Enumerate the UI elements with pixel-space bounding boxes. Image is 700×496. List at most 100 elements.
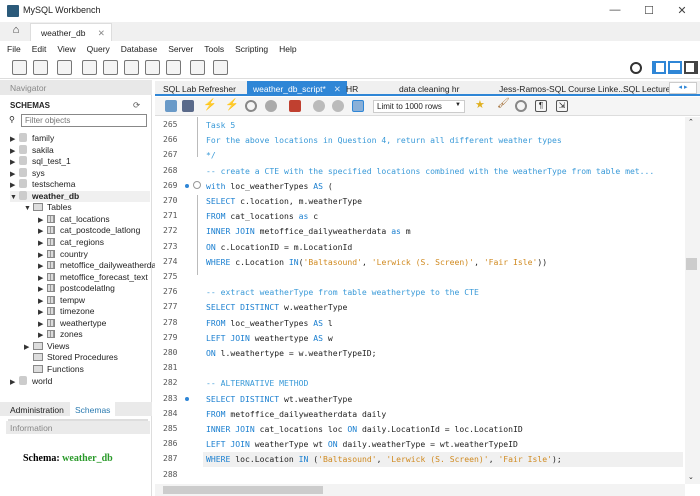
- code-line[interactable]: LEFT JOIN weathertype AS w: [206, 333, 333, 343]
- table-item[interactable]: ▶postcodelatlng: [38, 283, 115, 294]
- table-item[interactable]: ▶tempw: [38, 295, 85, 306]
- scroll-down-icon[interactable]: ⌄: [688, 473, 694, 481]
- expand-arrow-icon[interactable]: ▶: [10, 146, 19, 157]
- sql-editor[interactable]: 265Task 5266For the above locations in Q…: [155, 117, 685, 484]
- autocommit-icon[interactable]: [352, 100, 364, 112]
- create-schema-icon[interactable]: [82, 60, 97, 75]
- beautify-icon[interactable]: 🖌: [497, 98, 509, 110]
- stop-on-error-icon[interactable]: [289, 100, 301, 112]
- editor-tab[interactable]: SQL Lecture: [617, 81, 676, 95]
- expand-arrow-icon[interactable]: ▶: [10, 377, 19, 388]
- table-item[interactable]: ▶cat_locations: [38, 214, 110, 225]
- code-line[interactable]: -- create a CTE with the specified locat…: [206, 166, 654, 176]
- tab-administration[interactable]: Administration: [10, 405, 64, 415]
- functions-folder[interactable]: Functions: [24, 364, 84, 375]
- fold-toggle-icon[interactable]: [193, 181, 201, 189]
- procedures-folder[interactable]: Stored Procedures: [24, 352, 118, 363]
- code-line[interactable]: INNER JOIN cat_locations loc ON daily.Lo…: [206, 424, 523, 434]
- code-line[interactable]: INNER JOIN metoffice_dailyweatherdata as…: [206, 226, 411, 236]
- execute-icon[interactable]: ⚡: [203, 98, 215, 110]
- expand-arrow-icon[interactable]: ▶: [10, 134, 19, 145]
- code-line[interactable]: Task 5: [206, 120, 235, 130]
- code-line[interactable]: SELECT c.location, m.weatherType: [206, 196, 362, 206]
- commit-icon[interactable]: [313, 100, 325, 112]
- create-function-icon[interactable]: [166, 60, 181, 75]
- save-icon[interactable]: [182, 100, 194, 112]
- refresh-icon[interactable]: ⟳: [133, 100, 140, 111]
- schema-item[interactable]: ▶sql_test_1: [10, 156, 71, 167]
- minimize-button[interactable]: —: [605, 4, 625, 16]
- open-file-icon[interactable]: [165, 100, 177, 112]
- create-view-icon[interactable]: [124, 60, 139, 75]
- expand-arrow-icon[interactable]: ▶: [38, 238, 47, 249]
- expand-arrow-icon[interactable]: ▶: [10, 180, 19, 191]
- tables-folder[interactable]: ▼Tables: [24, 202, 72, 213]
- find-icon[interactable]: [515, 100, 527, 112]
- add-snippet-icon[interactable]: ★: [475, 98, 487, 110]
- close-button[interactable]: ✕: [672, 4, 692, 17]
- home-icon[interactable]: ⌂: [4, 24, 28, 40]
- schema-item[interactable]: ▶sakila: [10, 145, 54, 156]
- code-line[interactable]: FROM metoffice_dailyweatherdata daily: [206, 409, 386, 419]
- editor-tab[interactable]: weather_db_script*✕: [247, 81, 347, 95]
- code-line[interactable]: WHERE loc.Location IN ('Baltasound', 'Le…: [206, 454, 562, 464]
- explain-icon[interactable]: [245, 100, 257, 112]
- editor-tab[interactable]: data cleaning hr: [393, 81, 466, 95]
- expand-arrow-icon[interactable]: ▶: [38, 284, 47, 295]
- search-table-data-icon[interactable]: [190, 60, 205, 75]
- stop-icon[interactable]: [265, 100, 277, 112]
- code-line[interactable]: SELECT DISTINCT w.weatherType: [206, 302, 347, 312]
- expand-arrow-icon[interactable]: ▶: [10, 157, 19, 168]
- create-procedure-icon[interactable]: [145, 60, 160, 75]
- reconnect-icon[interactable]: [213, 60, 228, 75]
- maximize-button[interactable]: ☐: [639, 4, 659, 17]
- table-item[interactable]: ▶timezone: [38, 306, 95, 317]
- expand-arrow-icon[interactable]: ▶: [24, 342, 33, 353]
- code-line[interactable]: WHERE c.Location IN('Baltasound', 'Lerwi…: [206, 257, 547, 267]
- code-line[interactable]: ON l.weathertype = w.weatherTypeID;: [206, 348, 377, 358]
- filter-objects-input[interactable]: [21, 114, 147, 127]
- table-item[interactable]: ▶cat_regions: [38, 237, 104, 248]
- editor-tab[interactable]: SQL Lab Refresher: [157, 81, 242, 95]
- schema-item[interactable]: ▶testschema: [10, 179, 75, 190]
- word-wrap-icon[interactable]: ⇲: [556, 100, 568, 112]
- menu-server[interactable]: Server: [168, 41, 193, 56]
- expand-arrow-icon[interactable]: ▼: [10, 192, 19, 203]
- table-item[interactable]: ▶metoffice_forecast_text: [38, 272, 148, 283]
- editor-tab[interactable]: HR: [340, 81, 364, 95]
- menu-file[interactable]: File: [7, 41, 21, 56]
- expand-arrow-icon[interactable]: ▶: [38, 226, 47, 237]
- menu-tools[interactable]: Tools: [204, 41, 224, 56]
- menu-help[interactable]: Help: [279, 41, 296, 56]
- code-line[interactable]: -- ALTERNATIVE METHOD: [206, 378, 308, 388]
- invisible-chars-icon[interactable]: ¶: [535, 100, 547, 112]
- table-item[interactable]: ▶cat_postcode_latlong: [38, 225, 140, 236]
- tab-scroll-arrows-icon[interactable]: ◂ ▸: [669, 82, 697, 94]
- table-item[interactable]: ▶zones: [38, 329, 83, 340]
- code-line[interactable]: For the above locations in Question 4, r…: [206, 135, 562, 145]
- expand-arrow-icon[interactable]: ▶: [38, 250, 47, 261]
- editor-horizontal-scrollbar[interactable]: [155, 484, 685, 496]
- schema-item-active[interactable]: ▼weather_db: [10, 191, 150, 202]
- editor-vertical-scrollbar[interactable]: ⌃ ⌄: [685, 117, 700, 484]
- expand-arrow-icon[interactable]: ▶: [38, 273, 47, 284]
- editor-tab[interactable]: Jess-Ramos-SQL Course Linke...: [493, 81, 631, 95]
- menu-database[interactable]: Database: [121, 41, 157, 56]
- new-sql-tab-icon[interactable]: [12, 60, 27, 75]
- inspector-icon[interactable]: [57, 60, 72, 75]
- connection-tab-weather-db[interactable]: weather_db ✕: [30, 23, 112, 41]
- code-line[interactable]: FROM cat_locations as c: [206, 211, 318, 221]
- table-item[interactable]: ▶metoffice_dailyweatherdata: [38, 260, 163, 271]
- code-line[interactable]: FROM loc_weatherTypes AS l: [206, 318, 333, 328]
- create-table-icon[interactable]: [103, 60, 118, 75]
- expand-arrow-icon[interactable]: ▶: [38, 215, 47, 226]
- expand-arrow-icon[interactable]: ▶: [38, 261, 47, 272]
- expand-arrow-icon[interactable]: ▶: [38, 307, 47, 318]
- code-line[interactable]: -- extract weatherType from table weathe…: [206, 287, 479, 297]
- menu-query[interactable]: Query: [87, 41, 110, 56]
- expand-arrow-icon[interactable]: ▶: [10, 169, 19, 180]
- execute-current-icon[interactable]: ⚡: [225, 98, 237, 110]
- close-tab-icon[interactable]: ✕: [98, 28, 105, 38]
- scrollbar-thumb[interactable]: [686, 258, 697, 270]
- expand-arrow-icon[interactable]: ▼: [24, 203, 33, 214]
